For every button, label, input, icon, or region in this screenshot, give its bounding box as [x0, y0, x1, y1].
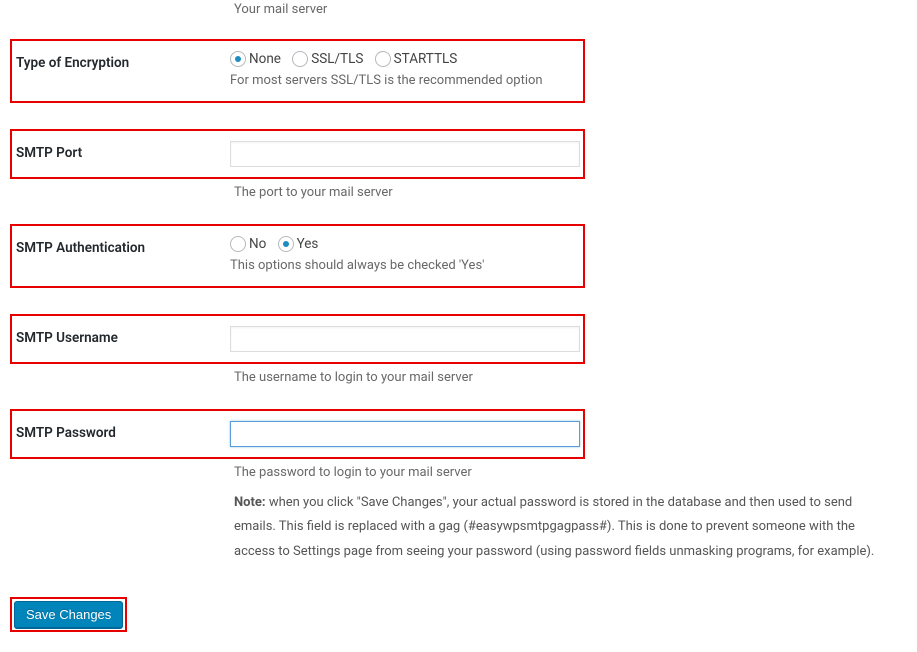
radio-auth-no[interactable]: [230, 236, 246, 252]
save-changes-button[interactable]: Save Changes: [14, 601, 123, 628]
password-input[interactable]: [230, 421, 580, 447]
settings-form: Your mail server Type of Encryption None…: [0, 2, 917, 632]
mail-server-desc: Your mail server: [234, 2, 917, 17]
username-input[interactable]: [230, 326, 580, 352]
auth-desc: This options should always be checked 'Y…: [230, 256, 577, 276]
password-note-text: when you click "Save Changes", your actu…: [234, 495, 874, 559]
radio-encryption-ssl[interactable]: [292, 51, 308, 67]
port-desc: The port to your mail server: [234, 183, 917, 203]
radio-encryption-none[interactable]: [230, 51, 246, 67]
radio-label-yes[interactable]: Yes: [297, 236, 319, 252]
label-auth: SMTP Authentication: [12, 226, 230, 270]
row-encryption: Type of Encryption None SSL/TLS STARTTLS…: [10, 39, 585, 103]
label-username: SMTP Username: [12, 316, 230, 360]
password-note: Note: when you click "Save Changes", you…: [234, 491, 897, 565]
submit-highlight: Save Changes: [10, 597, 127, 632]
row-password: SMTP Password: [10, 409, 585, 459]
password-desc-text: The password to login to your mail serve…: [234, 465, 472, 480]
label-encryption: Type of Encryption: [12, 41, 230, 85]
label-password: SMTP Password: [12, 411, 230, 455]
username-desc: The username to login to your mail serve…: [234, 368, 917, 388]
encryption-radio-group: None SSL/TLS STARTTLS: [230, 51, 577, 67]
port-input[interactable]: [230, 141, 580, 167]
radio-encryption-starttls[interactable]: [375, 51, 391, 67]
radio-label-none[interactable]: None: [249, 51, 281, 67]
radio-label-ssl[interactable]: SSL/TLS: [311, 51, 363, 67]
radio-label-no[interactable]: No: [249, 236, 266, 252]
radio-auth-yes[interactable]: [278, 236, 294, 252]
password-note-label: Note:: [234, 495, 266, 510]
row-port: SMTP Port: [10, 129, 585, 179]
auth-radio-group: No Yes: [230, 236, 577, 252]
row-username: SMTP Username: [10, 314, 585, 364]
label-port: SMTP Port: [12, 131, 230, 175]
radio-label-starttls[interactable]: STARTTLS: [394, 51, 458, 67]
row-auth: SMTP Authentication No Yes This options …: [10, 224, 585, 288]
password-desc: The password to login to your mail serve…: [234, 463, 917, 565]
encryption-desc: For most servers SSL/TLS is the recommen…: [230, 71, 577, 91]
